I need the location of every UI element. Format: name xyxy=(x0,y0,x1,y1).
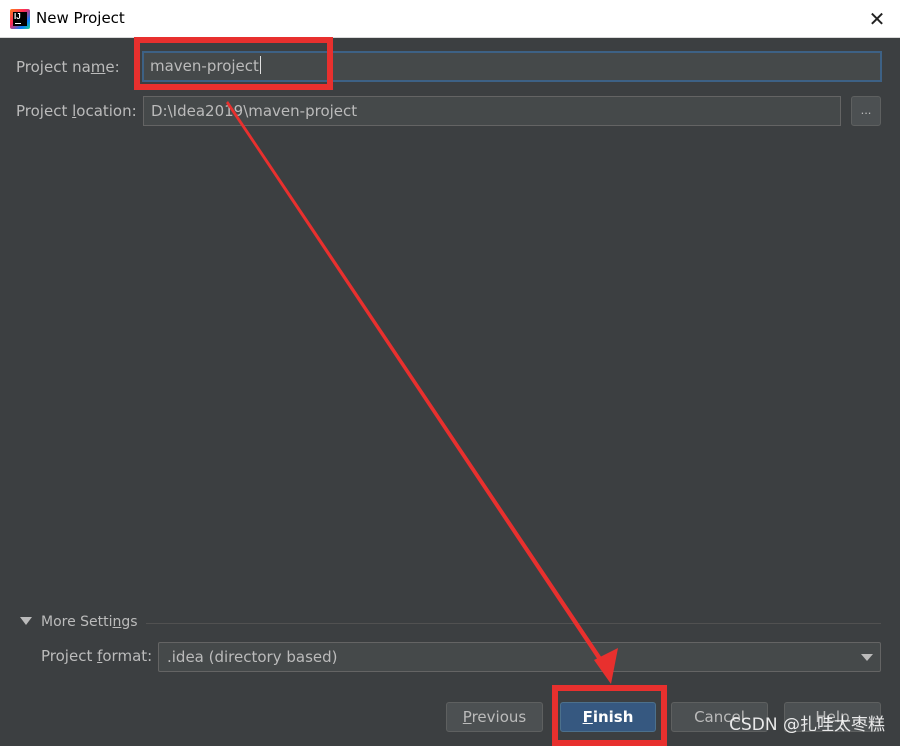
more-settings-toggle[interactable]: More Settings xyxy=(20,614,138,630)
project-name-label: Project name: xyxy=(16,58,120,76)
title-bar: IJ New Project ✕ xyxy=(0,0,900,38)
project-name-input[interactable]: maven-project xyxy=(142,51,882,82)
project-location-label: Project location: xyxy=(16,102,137,120)
watermark: CSDN @扎哇太枣糕 xyxy=(729,715,885,735)
settings-separator xyxy=(146,623,881,624)
intellij-idea-icon: IJ xyxy=(10,9,30,29)
close-icon[interactable]: ✕ xyxy=(862,4,892,34)
project-location-input[interactable]: D:\Idea2019\maven-project xyxy=(143,96,841,126)
previous-button[interactable]: Previous xyxy=(446,702,543,732)
chevron-down-icon xyxy=(861,654,873,661)
project-format-value: .idea (directory based) xyxy=(167,648,338,666)
expand-triangle-icon xyxy=(20,617,32,625)
project-format-label: Project format: xyxy=(41,647,153,665)
window-title: New Project xyxy=(36,9,125,27)
project-format-select[interactable]: .idea (directory based) xyxy=(158,642,881,672)
browse-button[interactable]: ... xyxy=(851,96,881,126)
text-caret xyxy=(259,56,261,74)
finish-button[interactable]: Finish xyxy=(560,702,656,732)
project-name-value: maven-project xyxy=(150,57,259,75)
